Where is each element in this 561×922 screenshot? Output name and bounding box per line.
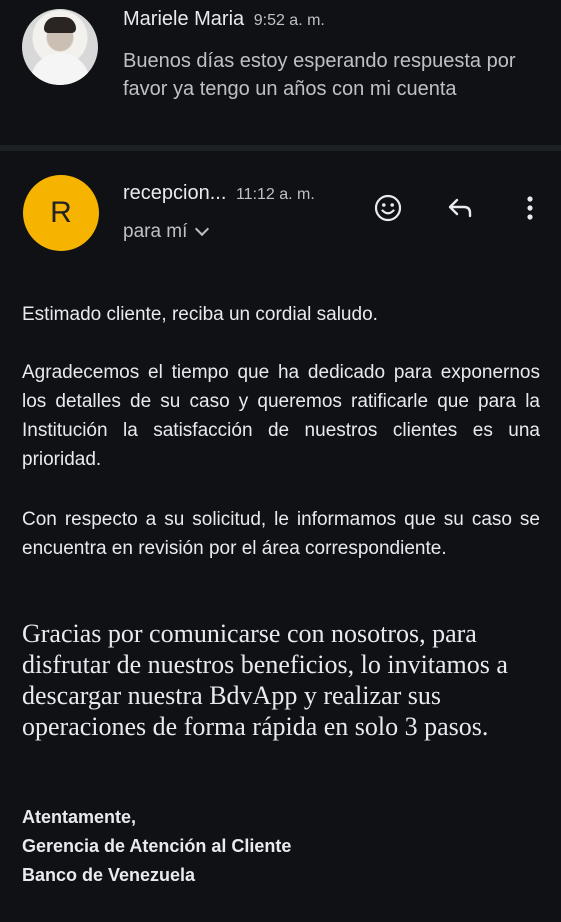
emoji-icon <box>374 194 402 222</box>
message-snippet: Buenos días estoy esperando respuesta po… <box>123 50 516 100</box>
sender-line: recepcion... 11:12 a. m. <box>123 182 315 205</box>
chevron-down-icon <box>195 221 210 237</box>
recipient-toggle[interactable]: para mí <box>123 221 210 243</box>
more-options-button[interactable] <box>510 188 550 228</box>
message-time: 9:52 a. m. <box>253 12 325 29</box>
message-divider <box>0 145 561 151</box>
avatar-letter: R <box>50 196 72 229</box>
email-greeting: Estimado cliente, reciba un cordial salu… <box>22 304 378 325</box>
reply-icon <box>448 198 472 218</box>
signature-line: Atentamente, <box>22 807 137 827</box>
previous-message[interactable]: Mariele Maria 9:52 a. m. Buenos días est… <box>0 0 561 122</box>
email-paragraph: Con respecto a su solicitud, le informam… <box>22 509 540 559</box>
more-vert-icon <box>527 196 533 220</box>
sender-avatar[interactable]: R <box>23 175 99 251</box>
reply-button[interactable] <box>440 188 480 228</box>
recipient-label: para mí <box>123 221 188 242</box>
signature-line: Banco de Venezuela <box>22 865 196 885</box>
sender-name: Mariele Maria <box>123 8 245 30</box>
email-promo-paragraph: Gracias por comunicarse con nosotros, pa… <box>22 619 508 741</box>
sender-line: Mariele Maria 9:52 a. m. <box>123 8 325 31</box>
signature-line: Gerencia de Atención al Cliente <box>22 836 292 856</box>
sender-name: recepcion... <box>123 182 227 204</box>
add-reaction-button[interactable] <box>368 188 408 228</box>
email-signature: Atentamente, Gerencia de Atención al Cli… <box>22 803 540 890</box>
message-time: 11:12 a. m. <box>235 186 315 203</box>
sender-avatar-photo[interactable] <box>22 9 98 85</box>
email-paragraph: Agradecemos el tiempo que ha dedicado pa… <box>22 362 540 470</box>
